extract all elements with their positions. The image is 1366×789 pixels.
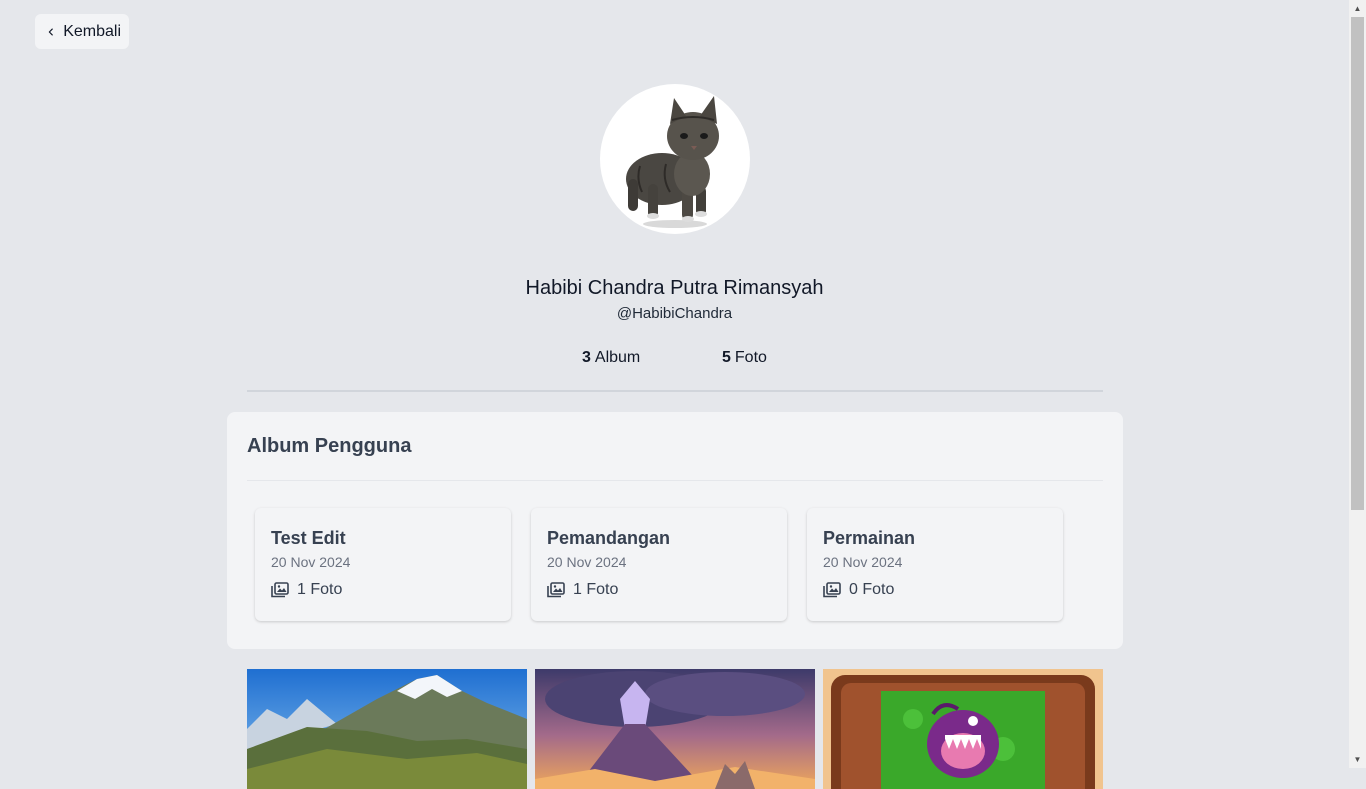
profile-name: Habibi Chandra Putra Rimansyah [525, 277, 824, 299]
album-card[interactable]: Permainan 20 Nov 2024 0 Foto [807, 508, 1063, 621]
photo-thumbnail-volcano[interactable] [535, 669, 815, 789]
photo-count: 5 [722, 349, 731, 366]
volcano-image [535, 669, 815, 789]
images-icon [547, 582, 565, 598]
cat-avatar-image [626, 96, 719, 228]
back-button[interactable]: Kembali [35, 14, 129, 49]
scroll-down-icon[interactable]: ▼ [1349, 751, 1366, 768]
album-photo-count-row: 0 Foto [823, 581, 1047, 599]
album-photo-count-row: 1 Foto [271, 581, 495, 599]
photo-count-label: Foto [734, 349, 767, 366]
album-date: 20 Nov 2024 [271, 554, 351, 570]
album-title: Permainan [823, 528, 916, 548]
album-photo-count: 1 Foto [573, 581, 619, 598]
album-photo-count-row: 1 Foto [547, 581, 771, 599]
album-count-label: Album [594, 349, 641, 366]
album-card[interactable]: Pemandangan 20 Nov 2024 1 Foto [531, 508, 787, 621]
avatar [600, 84, 750, 234]
photo-thumbnail-game[interactable] [823, 669, 1103, 789]
photo-count-stat: 5 Foto [722, 349, 767, 367]
album-photo-count: 1 Foto [297, 581, 343, 598]
images-icon [823, 582, 841, 598]
album-count-stat: 3 Album [582, 349, 640, 367]
back-button-label: Kembali [63, 22, 121, 40]
album-title: Pemandangan [547, 528, 671, 548]
photo-thumbnail-mountain[interactable] [247, 669, 527, 789]
album-section: Album Pengguna Test Edit 20 Nov 2024 1 F… [227, 412, 1123, 649]
chomper-image [823, 669, 1103, 789]
profile-username: @HabibiChandra [616, 305, 733, 322]
images-icon [271, 582, 289, 598]
album-date: 20 Nov 2024 [547, 554, 627, 570]
album-date: 20 Nov 2024 [823, 554, 903, 570]
album-card[interactable]: Test Edit 20 Nov 2024 1 Foto [255, 508, 511, 621]
album-section-divider [247, 480, 1103, 481]
album-count: 3 [582, 349, 591, 366]
album-photo-count: 0 Foto [849, 581, 895, 598]
scroll-up-icon[interactable]: ▲ [1349, 0, 1366, 17]
album-title: Test Edit [271, 528, 346, 548]
page-scrollbar[interactable]: ▲ ▼ [1349, 0, 1366, 768]
scrollbar-thumb[interactable] [1351, 17, 1364, 510]
chevron-left-icon [48, 27, 53, 36]
profile-divider [247, 390, 1103, 392]
album-section-title: Album Pengguna [247, 435, 412, 457]
mountain-image [247, 669, 527, 789]
